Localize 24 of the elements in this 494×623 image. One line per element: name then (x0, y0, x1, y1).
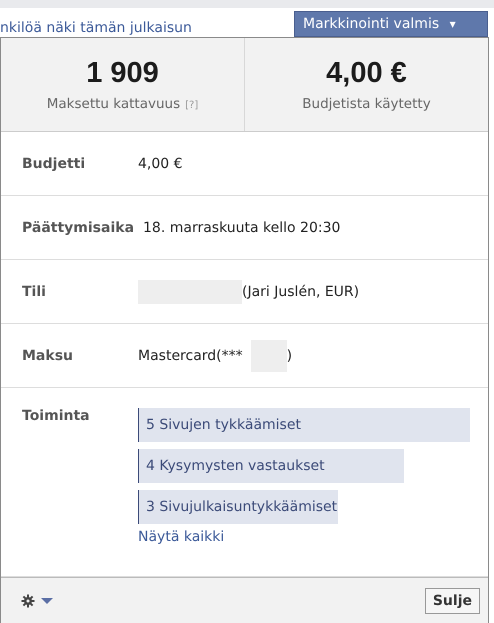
field-value: Mastercard(*** (138, 348, 243, 364)
settings-menu-button[interactable] (21, 594, 53, 608)
stat-value: 1 909 (86, 57, 159, 90)
field-label: Päättymisaika (22, 220, 134, 236)
field-label: Budjetti (22, 156, 86, 172)
stat-label: Budjetista käytetty (302, 96, 431, 112)
field-label: Tili (22, 284, 47, 300)
field-value: 18. marraskuuta kello 20:30 (143, 220, 340, 236)
action-label: 4 Kysymysten vastaukset (145, 458, 325, 474)
field-label: Maksu (22, 348, 74, 364)
action-label: 5 Sivujen tykkäämiset (145, 417, 301, 433)
stat-value: 4,00 € (326, 57, 407, 90)
caret-icon (41, 596, 53, 604)
post-reach-link[interactable]: nkilöä näki tämän julkaisun (0, 20, 192, 36)
field-value: ) (286, 348, 292, 364)
show-all-link[interactable]: Näytä kaikki (138, 529, 469, 545)
field-value: 4,00 € (138, 156, 183, 172)
stat-label: Maksettu kattavuus (46, 96, 180, 112)
close-button[interactable]: Sulje (424, 588, 480, 614)
field-label: Toiminta (22, 408, 91, 424)
status-dropdown-button[interactable]: Markkinointi valmis ▾ (294, 11, 488, 37)
field-value: (Jari Juslén, EUR) (242, 284, 360, 300)
settings-icon (21, 594, 35, 608)
action-label: 3 Sivujulkaisuntykkäämiset (145, 499, 338, 515)
